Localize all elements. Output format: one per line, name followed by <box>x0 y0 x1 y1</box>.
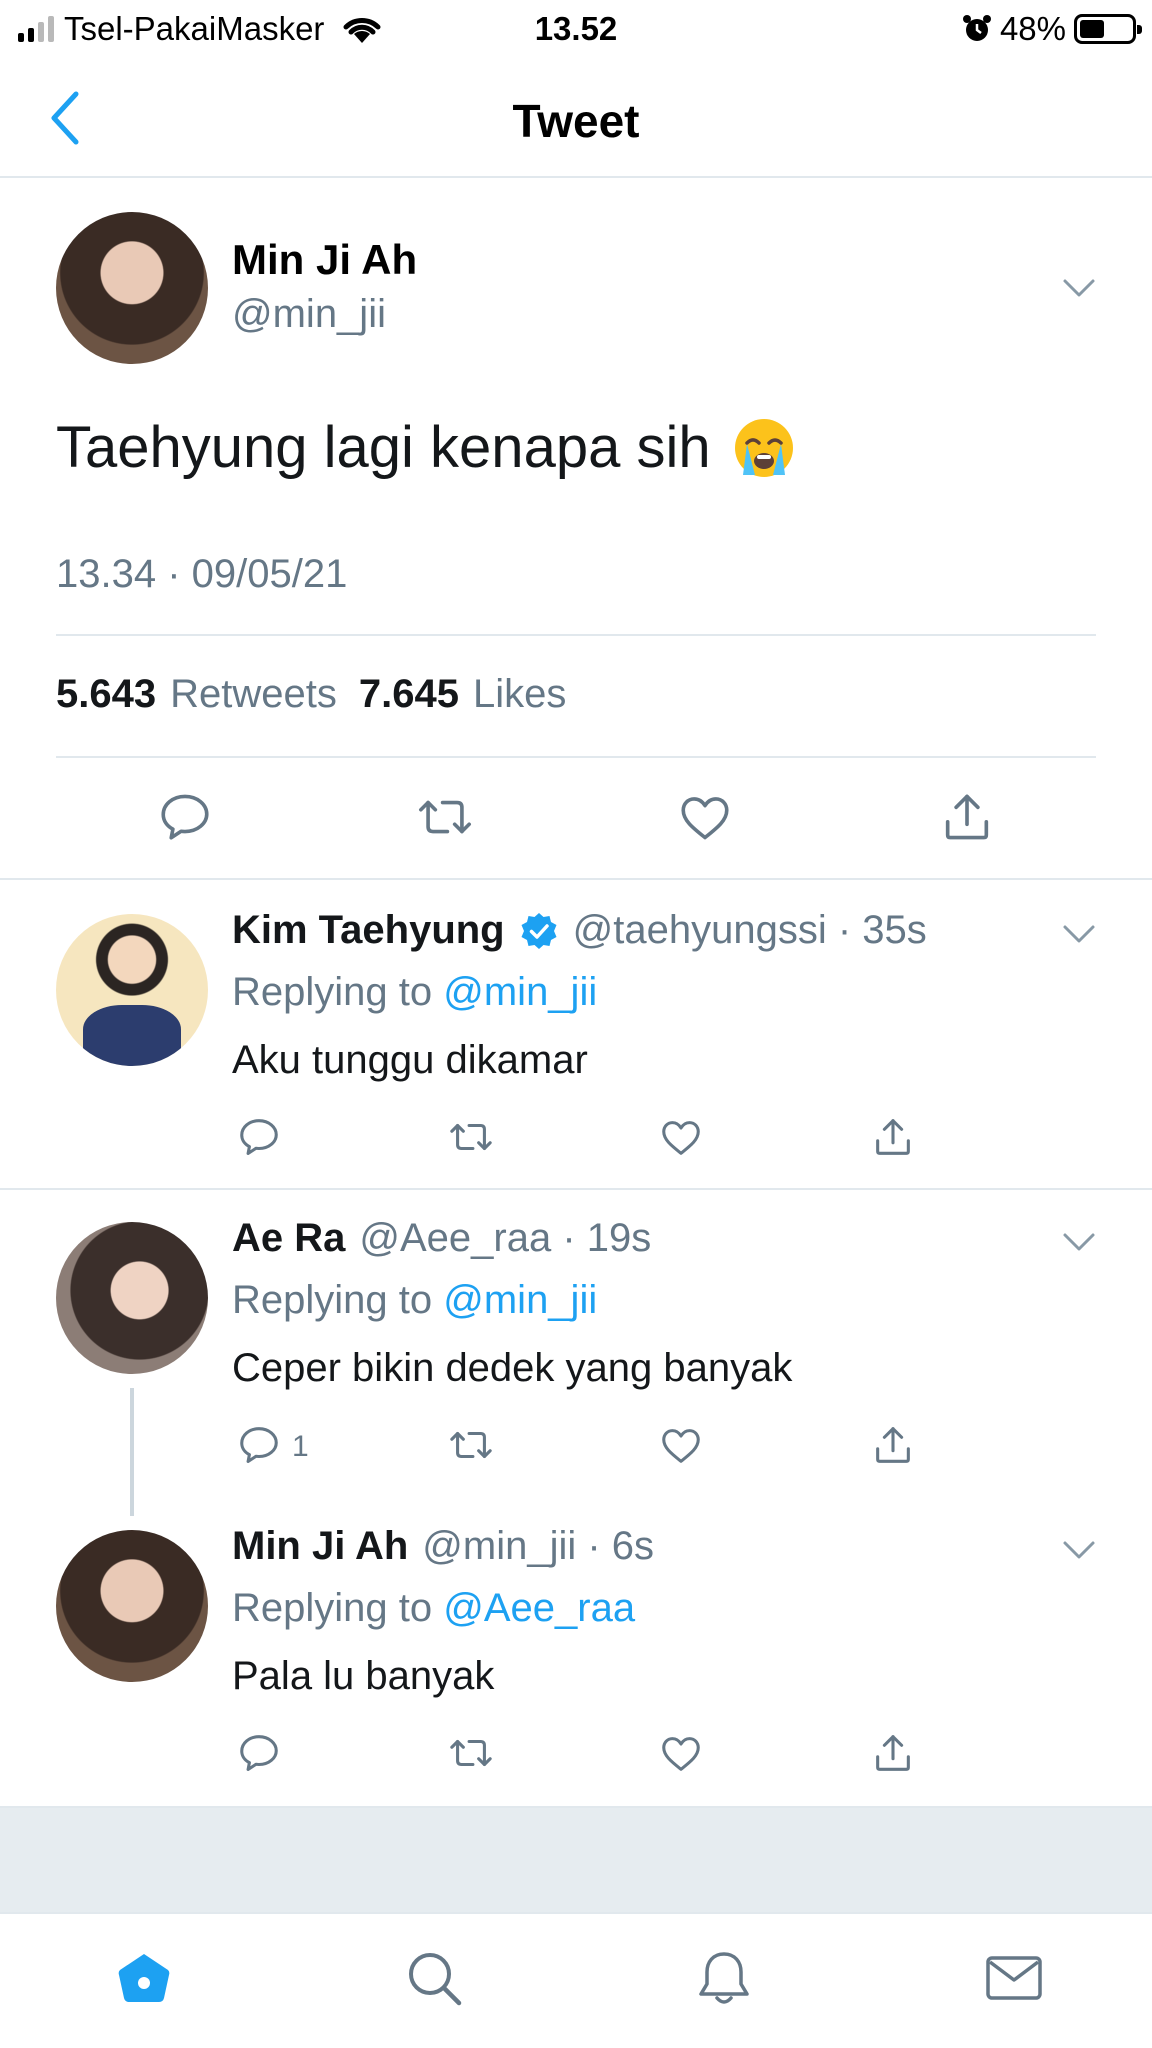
reply-text: Pala lu banyak <box>232 1654 495 1698</box>
avatar[interactable] <box>56 914 208 1066</box>
status-bar: Tsel-PakaiMasker 13.52 48% <box>0 0 1152 58</box>
replying-to-label: Replying to <box>232 1586 433 1630</box>
retweets-count[interactable]: 5.643 <box>56 672 156 717</box>
reply-text: Ceper bikin dedek yang banyak <box>232 1346 793 1390</box>
battery-percent: 48% <box>999 10 1066 47</box>
reply-author-handle[interactable]: @Aee_raa · 19s <box>359 1216 651 1261</box>
chevron-down-icon[interactable] <box>1062 278 1096 298</box>
retweet-icon[interactable] <box>448 1114 494 1160</box>
replying-to: Replying to @min_jii <box>232 970 597 1015</box>
author-name[interactable]: Min Ji Ah <box>232 236 417 284</box>
thread-connector-line <box>130 1388 134 1516</box>
notifications-icon[interactable] <box>694 1948 754 2008</box>
like-heart-icon[interactable] <box>658 1730 704 1776</box>
reply-icon[interactable] <box>236 1730 282 1776</box>
battery-fill <box>1080 20 1104 38</box>
home-icon[interactable] <box>114 1948 174 2008</box>
reply-author-handle[interactable]: @min_jii · 6s <box>422 1524 654 1569</box>
reply-author-handle[interactable]: @taehyungssi · 35s <box>573 908 927 953</box>
tweet-timestamp: 13.34 · 09/05/21 <box>56 552 348 596</box>
retweet-icon[interactable] <box>448 1422 494 1468</box>
reply-author-name[interactable]: Kim Taehyung <box>232 908 505 953</box>
battery-icon <box>1074 14 1142 44</box>
replying-to: Replying to @min_jii <box>232 1278 597 1323</box>
avatar[interactable] <box>56 1530 208 1682</box>
messages-icon[interactable] <box>984 1948 1044 2008</box>
replying-to: Replying to @Aee_raa <box>232 1586 635 1631</box>
retweet-icon[interactable] <box>416 788 474 846</box>
timeline-end-area <box>0 1806 1152 1912</box>
like-heart-icon[interactable] <box>676 788 734 846</box>
loudly-crying-face-icon <box>734 418 793 477</box>
like-heart-icon[interactable] <box>658 1114 704 1160</box>
reply-icon[interactable] <box>236 1422 282 1468</box>
divider <box>56 634 1096 636</box>
tweet-stats: 5.643 Retweets 7.645 Likes <box>56 672 574 717</box>
likes-count[interactable]: 7.645 <box>359 672 459 717</box>
reply-icon[interactable] <box>156 788 214 846</box>
share-icon[interactable] <box>938 788 996 846</box>
reply-text: Aku tunggu dikamar <box>232 1038 588 1082</box>
avatar[interactable] <box>56 212 208 364</box>
replying-to-label: Replying to <box>232 970 433 1014</box>
reply-author-name[interactable]: Min Ji Ah <box>232 1524 408 1569</box>
share-icon[interactable] <box>870 1422 916 1468</box>
search-icon[interactable] <box>404 1948 464 2008</box>
tab-bar <box>0 1912 1152 2048</box>
divider <box>0 878 1152 880</box>
retweet-icon[interactable] <box>448 1730 494 1776</box>
reply-header: Ae Ra @Aee_raa · 19s <box>232 1216 651 1261</box>
avatar[interactable] <box>56 1222 208 1374</box>
share-icon[interactable] <box>870 1730 916 1776</box>
replying-to-label: Replying to <box>232 1278 433 1322</box>
mention-link[interactable]: @min_jii <box>443 1278 597 1322</box>
mention-link[interactable]: @Aee_raa <box>443 1586 635 1630</box>
likes-label[interactable]: Likes <box>473 672 566 717</box>
reply-header: Kim Taehyung @taehyungssi · 35s <box>232 908 927 953</box>
like-heart-icon[interactable] <box>658 1422 704 1468</box>
reply-icon[interactable] <box>236 1114 282 1160</box>
mention-link[interactable]: @min_jii <box>443 970 597 1014</box>
tweet-text: Taehyung lagi kenapa sih <box>56 414 795 481</box>
page-title: Tweet <box>512 95 640 147</box>
navigation-header: Tweet <box>0 58 1152 178</box>
share-icon[interactable] <box>870 1114 916 1160</box>
reply-author-name[interactable]: Ae Ra <box>232 1216 345 1261</box>
retweets-label[interactable]: Retweets <box>170 672 337 717</box>
reply-header: Min Ji Ah @min_jii · 6s <box>232 1524 654 1569</box>
reply-count: 1 <box>292 1430 309 1463</box>
author-handle[interactable]: @min_jii <box>232 292 386 337</box>
divider <box>56 756 1096 758</box>
chevron-down-icon[interactable] <box>1062 924 1096 944</box>
divider <box>0 1188 1152 1190</box>
tweet-text-content: Taehyung lagi kenapa sih <box>56 415 711 480</box>
verified-badge-icon <box>521 912 557 949</box>
chevron-down-icon[interactable] <box>1062 1232 1096 1252</box>
alarm-icon <box>962 15 991 41</box>
chevron-down-icon[interactable] <box>1062 1540 1096 1560</box>
